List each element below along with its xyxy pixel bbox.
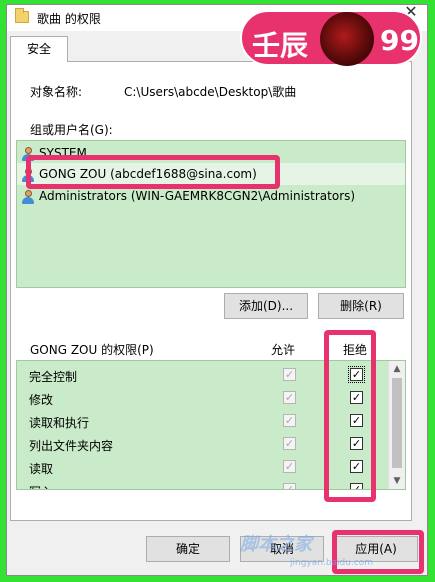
permission-name: 完全控制 (29, 370, 78, 384)
groups-label: 组或用户名(G): (30, 123, 113, 137)
allow-header: 允许 (271, 343, 296, 357)
folder-icon (15, 8, 29, 23)
permission-name: 修改 (29, 393, 54, 407)
site-watermark-url: jingyan.baidu.com (290, 558, 374, 568)
permission-name: 写入 (29, 483, 53, 489)
allow-checkbox: ✓ (283, 483, 296, 489)
scroll-up-icon[interactable]: ▲ (389, 361, 405, 377)
permission-name: 读取和执行 (29, 416, 90, 430)
highlight-deny-column-box (324, 330, 376, 502)
allow-checkbox: ✓ (283, 391, 296, 404)
object-name-label: 对象名称: (30, 85, 83, 99)
dragon-seal-icon (320, 12, 374, 66)
object-name-value: C:\Users\abcde\Desktop\歌曲 (124, 85, 297, 99)
list-item-label: Administrators (WIN-GAEMRK8CGN2\Administ… (39, 189, 356, 203)
ok-button[interactable]: 确定 (146, 536, 230, 562)
badge-left-text: 壬辰 (252, 29, 309, 62)
window-title: 歌曲 的权限 (37, 12, 101, 26)
remove-button[interactable]: 删除(R) (318, 293, 404, 319)
watermark-badge: 壬辰 99 (240, 10, 422, 66)
scroll-thumb[interactable] (392, 378, 402, 468)
add-button[interactable]: 添加(D)... (224, 293, 308, 319)
permission-name: 列出文件夹内容 (29, 439, 114, 453)
permissions-scrollbar[interactable]: ▲ ▼ (388, 361, 405, 489)
group-icon (21, 189, 35, 204)
allow-checkbox: ✓ (283, 460, 296, 473)
scroll-down-icon[interactable]: ▼ (389, 473, 405, 489)
allow-checkbox: ✓ (283, 414, 296, 427)
permissions-label: GONG ZOU 的权限(P) (30, 343, 154, 357)
highlight-user-box (26, 155, 280, 189)
allow-checkbox: ✓ (283, 368, 296, 381)
permission-name: 读取 (29, 462, 54, 476)
tab-security[interactable]: 安全 (10, 36, 68, 62)
site-watermark: 脚本之家 (240, 534, 312, 555)
allow-checkbox: ✓ (283, 437, 296, 450)
badge-right-text: 99 (380, 24, 419, 57)
